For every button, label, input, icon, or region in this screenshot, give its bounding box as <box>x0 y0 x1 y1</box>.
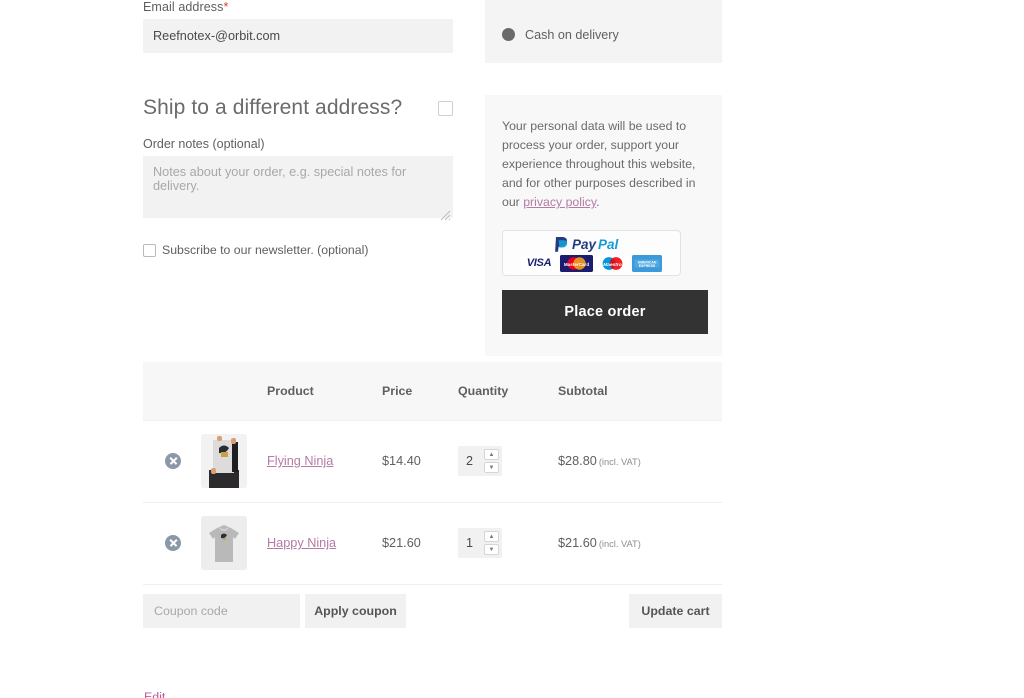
svg-text:EXPRESS: EXPRESS <box>639 264 656 268</box>
payment-method-cash-on-delivery[interactable]: Cash on delivery <box>502 28 619 42</box>
cell-quantity: 1 ▲ ▼ <box>458 502 558 585</box>
quantity-increment-button[interactable]: ▲ <box>484 449 499 460</box>
quantity-increment-button[interactable]: ▲ <box>484 531 499 542</box>
remove-circle-icon[interactable] <box>165 535 181 551</box>
maestro-circles-icon: Maestro <box>596 254 629 272</box>
subtotal-amount: $21.60 <box>558 536 597 550</box>
subtotal-vat-note: (incl. VAT) <box>598 457 641 467</box>
subtotal-vat-note: (incl. VAT) <box>598 539 641 549</box>
maestro-card-logo: Maestro <box>596 254 629 272</box>
coupon-code-input[interactable] <box>143 594 300 628</box>
quantity-stepper[interactable]: 2 ▲ ▼ <box>458 446 502 476</box>
mastercard-card-logo: MasterCard <box>560 254 593 272</box>
svg-text:Maestro: Maestro <box>603 261 621 267</box>
coupon-actions-row: Apply coupon Update cart <box>143 594 722 628</box>
accepted-cards-list: VISA MasterCard Maestro AMERICAN EXPRESS <box>521 254 662 272</box>
mastercard-circles-icon: MasterCard <box>560 254 593 272</box>
amex-card-logo: AMERICAN EXPRESS <box>632 254 662 272</box>
flying-ninja-product-image <box>201 434 247 488</box>
quantity-decrement-button[interactable]: ▼ <box>484 462 499 473</box>
cell-quantity: 2 ▲ ▼ <box>458 420 558 503</box>
quantity-spinner: ▲ ▼ <box>484 531 499 555</box>
place-order-button[interactable]: Place order <box>502 290 708 334</box>
required-asterisk: * <box>223 0 229 14</box>
radio-selected-icon[interactable] <box>502 28 515 41</box>
order-notes-textarea[interactable] <box>143 156 453 218</box>
paypal-accepted-cards-box: Pay Pal VISA MasterCard Maestro AMERICAN… <box>502 230 681 276</box>
ship-different-address-row: Ship to a different address? <box>143 96 453 120</box>
cell-price: $21.60 <box>382 502 458 585</box>
cell-price: $14.40 <box>382 420 458 503</box>
paypal-logo-icon: Pay Pal <box>554 236 619 252</box>
amex-logo-icon: AMERICAN EXPRESS <box>632 254 662 272</box>
payment-column: Cash on delivery Your personal data will… <box>485 0 722 356</box>
order-notes-label: Order notes (optional) <box>143 137 265 151</box>
order-notes-wrapper <box>143 156 453 223</box>
flying-ninja-thumbnail[interactable] <box>201 434 247 488</box>
quantity-stepper[interactable]: 1 ▲ ▼ <box>458 528 502 558</box>
cell-remove <box>143 420 201 503</box>
svg-text:Pal: Pal <box>598 237 619 252</box>
newsletter-label: Subscribe to our newsletter. (optional) <box>162 243 369 257</box>
column-header-price: Price <box>382 362 458 421</box>
product-link[interactable]: Flying Ninja <box>267 454 333 468</box>
privacy-text-after: . <box>596 195 600 209</box>
subtotal-amount: $28.80 <box>558 454 597 468</box>
email-address-label: Email address* <box>143 0 453 14</box>
payment-methods-panel: Cash on delivery <box>485 0 722 63</box>
quantity-value: 1 <box>466 536 474 550</box>
table-row: Flying Ninja $14.40 2 ▲ ▼ $28.80 (incl. V… <box>143 420 722 503</box>
cell-subtotal: $21.60 (incl. VAT) <box>558 502 722 585</box>
email-label-text: Email address <box>143 0 224 14</box>
quantity-value: 2 <box>466 454 474 468</box>
column-header-quantity: Quantity <box>458 362 558 421</box>
privacy-policy-text: Your personal data will be used to proce… <box>502 117 705 212</box>
edit-link[interactable]: Edit <box>144 690 165 698</box>
privacy-policy-link[interactable]: privacy policy <box>523 195 596 209</box>
apply-coupon-button[interactable]: Apply coupon <box>305 594 406 628</box>
column-header-product: Product <box>267 362 382 421</box>
ship-different-address-checkbox[interactable] <box>438 100 453 116</box>
happy-ninja-thumbnail[interactable] <box>201 516 247 570</box>
cell-thumbnail <box>201 502 267 585</box>
table-row: Happy Ninja $21.60 1 ▲ ▼ $21.60 (incl. VA… <box>143 502 722 585</box>
newsletter-subscribe-row: Subscribe to our newsletter. (optional) <box>143 243 453 257</box>
cell-remove <box>143 502 201 585</box>
cart-table-header-row: Product Price Quantity Subtotal <box>143 362 722 421</box>
cart-items-table: Product Price Quantity Subtotal Flying N… <box>143 362 722 585</box>
visa-card-logo: VISA <box>521 254 557 272</box>
column-header-subtotal: Subtotal <box>558 362 722 421</box>
email-input[interactable] <box>143 19 453 53</box>
column-header-remove <box>143 362 201 421</box>
privacy-and-submit-panel: Your personal data will be used to proce… <box>485 95 722 356</box>
ship-different-address-heading: Ship to a different address? <box>143 96 403 119</box>
cell-product-name: Happy Ninja <box>267 502 382 585</box>
cell-product-name: Flying Ninja <box>267 420 382 503</box>
cell-thumbnail <box>201 420 267 503</box>
newsletter-checkbox[interactable] <box>143 243 156 257</box>
quantity-decrement-button[interactable]: ▼ <box>484 544 499 555</box>
update-cart-button[interactable]: Update cart <box>629 594 722 628</box>
svg-text:MasterCard: MasterCard <box>564 262 589 267</box>
column-header-thumbnail <box>201 362 267 421</box>
happy-ninja-product-image <box>201 516 247 570</box>
payment-method-label: Cash on delivery <box>525 27 619 42</box>
cell-subtotal: $28.80 (incl. VAT) <box>558 420 722 503</box>
svg-text:Pay: Pay <box>572 237 598 252</box>
billing-details-column: Email address* Ship to a different addre… <box>143 0 453 257</box>
product-link[interactable]: Happy Ninja <box>267 536 336 550</box>
checkout-page: Email address* Ship to a different addre… <box>0 0 1024 698</box>
remove-circle-icon[interactable] <box>165 453 181 469</box>
paypal-logo: Pay Pal <box>553 236 631 253</box>
quantity-spinner: ▲ ▼ <box>484 449 499 473</box>
